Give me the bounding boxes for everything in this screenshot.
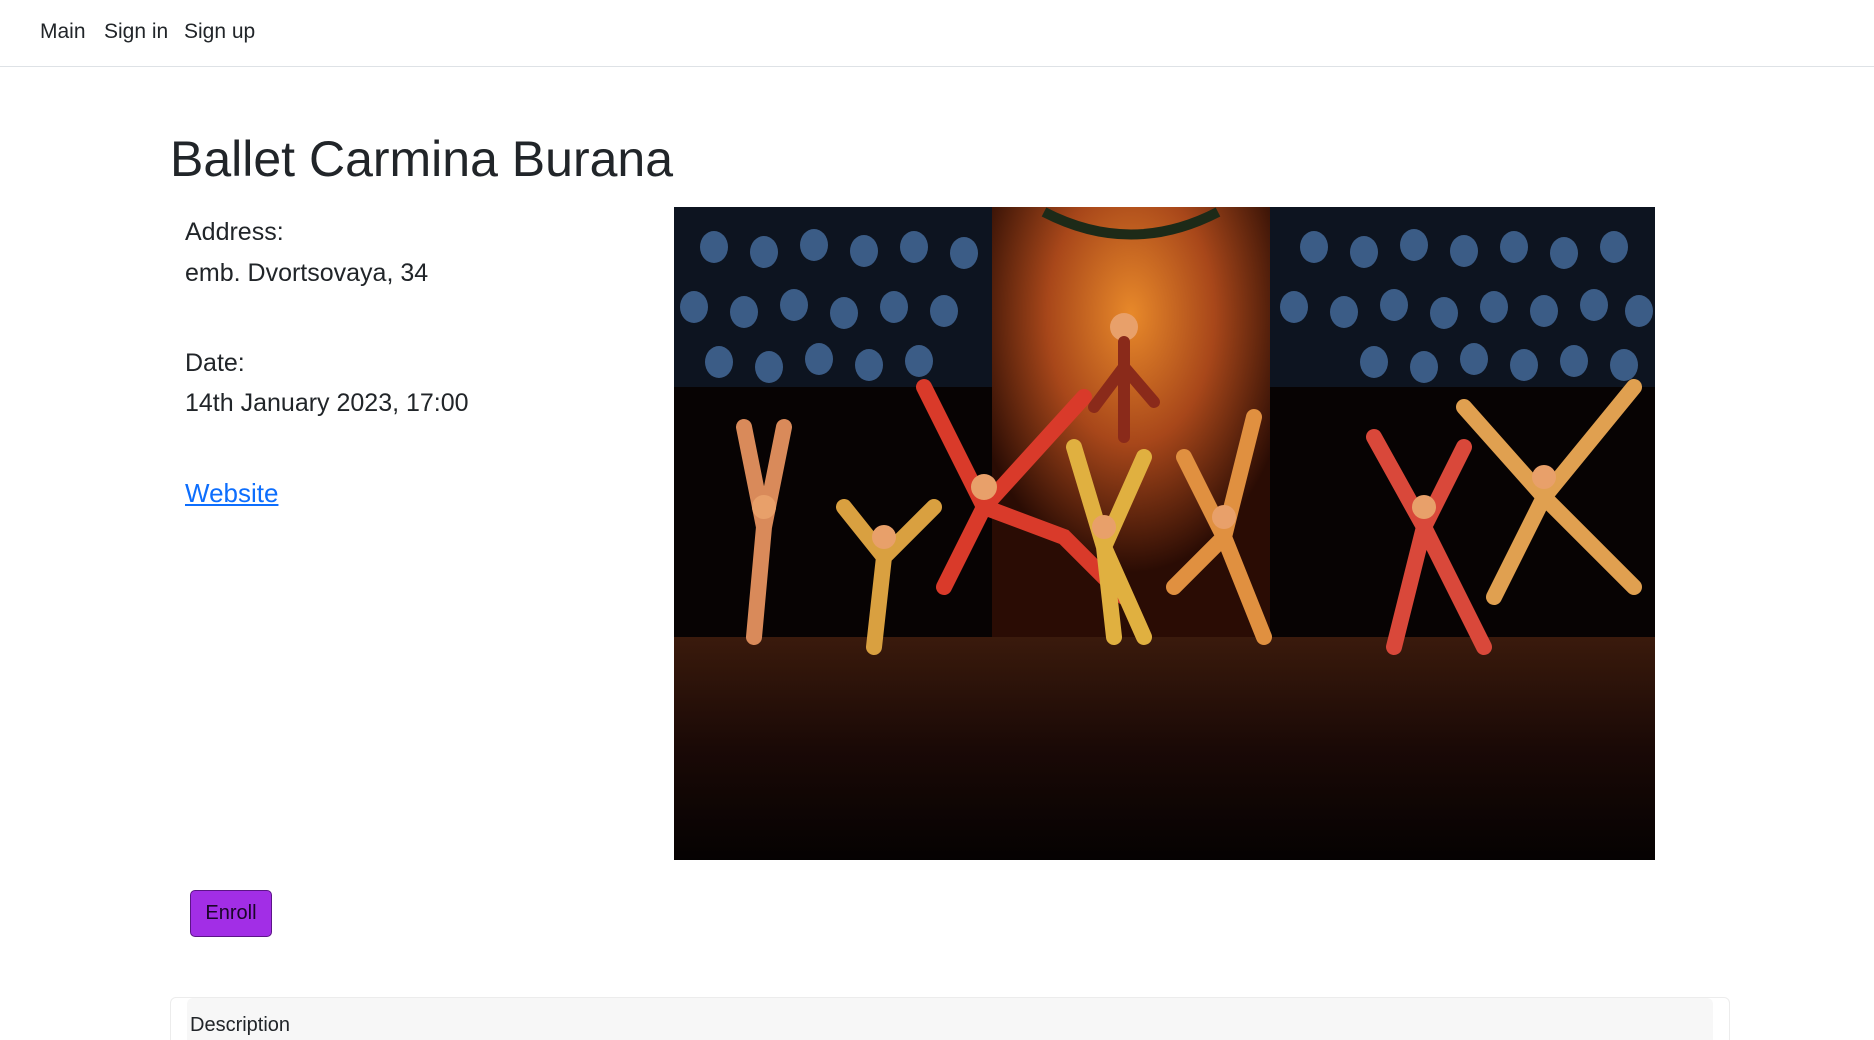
nav-link-main[interactable]: Main bbox=[40, 20, 86, 44]
date-label: Date: bbox=[185, 349, 245, 377]
ballet-stage-photo bbox=[674, 207, 1655, 860]
top-navbar: Main Sign in Sign up bbox=[0, 0, 1874, 67]
event-image bbox=[674, 207, 1655, 860]
page-title: Ballet Carmina Burana bbox=[170, 131, 674, 187]
description-card-header bbox=[187, 998, 1713, 1040]
nav-link-sign-in[interactable]: Sign in bbox=[104, 20, 168, 44]
description-header-label: Description bbox=[190, 1014, 291, 1036]
website-link[interactable]: Website bbox=[185, 477, 278, 509]
date-value: 14th January 2023, 17:00 bbox=[185, 389, 469, 417]
address-value: emb. Dvortsovaya, 34 bbox=[185, 259, 429, 287]
description-card bbox=[170, 997, 1730, 1040]
nav-link-sign-up[interactable]: Sign up bbox=[184, 20, 255, 44]
enroll-button[interactable]: Enroll bbox=[190, 890, 272, 937]
address-label: Address: bbox=[185, 218, 284, 246]
